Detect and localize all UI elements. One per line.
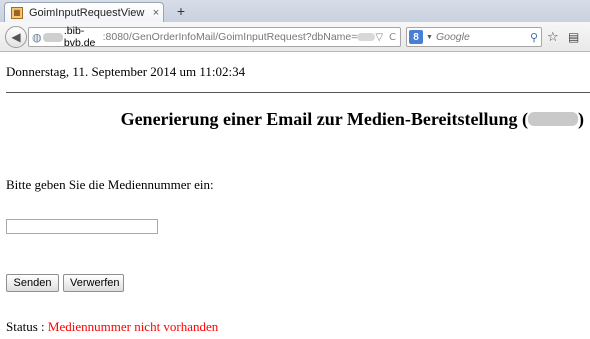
reload-icon[interactable]: C [389,32,396,43]
current-date: Donnerstag, 11. September 2014 um 11:02:… [6,64,246,79]
redacted-url-param [357,33,376,41]
send-button[interactable]: Senden [6,274,59,292]
tab-strip: ▦ GoimInputRequestView × + [0,0,590,22]
browser-tab[interactable]: ▦ GoimInputRequestView × [4,2,164,22]
address-bar[interactable]: ◍ .bib-bvb.de :8080/GenOrderInfoMail/Goi… [28,25,401,49]
magnifier-icon[interactable]: ⚲ [530,31,541,44]
google-engine-icon[interactable]: 8 [409,30,423,44]
divider [6,92,590,93]
close-tab-icon[interactable]: × [149,7,163,19]
url-host: .bib-bvb.de [63,25,96,49]
star-icon[interactable]: ☆ [547,30,559,45]
status-line: Status : Mediennummer nicht vorhanden [6,319,218,335]
search-bar[interactable]: 8 ▼ Google ⚲ [406,27,542,47]
browser-toolbar: ◀ ◍ .bib-bvb.de :8080/GenOrderInfoMail/G… [0,22,590,52]
arrow-left-icon: ◀ [11,30,21,44]
page-title: Generierung einer Email zur Medien-Berei… [121,109,584,130]
page-title-text: Generierung einer Email zur Medien-Berei… [120,109,528,129]
page-title-close: ) [578,109,584,129]
search-placeholder: Google [435,31,470,43]
new-tab-button[interactable]: + [172,4,190,18]
tab-title: GoimInputRequestView [29,6,145,19]
page-favicon-icon: ▦ [11,6,23,19]
media-number-label: Bitte geben Sie die Mediennummer ein: [6,177,214,192]
media-number-input[interactable] [6,219,158,234]
clipboard-icon[interactable]: ▤ [568,30,579,44]
url-path: :8080/GenOrderInfoMail/GoimInputRequest?… [102,31,358,43]
chevron-down-icon[interactable]: ▽ [375,32,383,43]
back-button[interactable]: ◀ [5,26,27,48]
globe-icon: ◍ [32,30,42,44]
reject-button[interactable]: Verwerfen [63,274,124,292]
engine-dropdown-icon[interactable]: ▼ [426,34,433,41]
status-message: Mediennummer nicht vorhanden [47,319,219,334]
redacted-title-part [528,112,578,126]
redacted-url-part [43,32,63,42]
status-label: Status : [6,319,48,334]
